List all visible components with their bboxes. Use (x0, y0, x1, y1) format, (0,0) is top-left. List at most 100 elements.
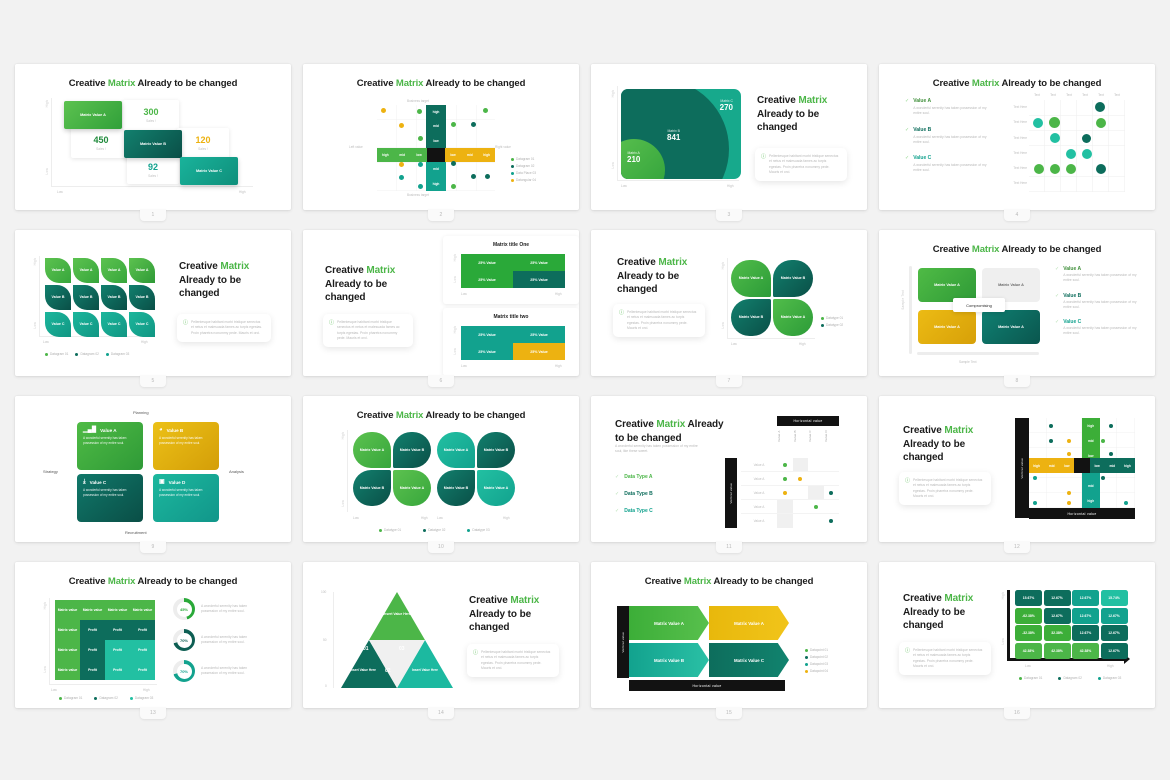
slide-thumbnail-5[interactable]: High Low Low High Value A Value A Value … (15, 230, 291, 387)
stat-card-300[interactable]: 300 Sales ! (123, 100, 179, 130)
slide-canvas-1[interactable]: Creative Matrix Already to be changed Hi… (15, 64, 291, 210)
quad-cell[interactable]: 25% Value (513, 254, 565, 271)
arrow-tile-d[interactable]: Matrix Value C (709, 643, 789, 677)
leaf-tile[interactable]: Value A (73, 258, 99, 283)
slide-canvas-6[interactable]: Creative Matrix Already to be changed ⓘ … (303, 230, 579, 376)
grid-cell[interactable]: Profit (130, 660, 155, 680)
grid-cell[interactable]: Matrix value (55, 620, 80, 640)
quad-cell[interactable]: 25% Value (513, 271, 565, 288)
petal-tile[interactable]: Matrix Value A (393, 470, 431, 506)
leaf-tile[interactable]: Value C (129, 312, 155, 337)
slide-thumbnail-8[interactable]: Creative Matrix Already to be changed Sa… (879, 230, 1155, 387)
matrix-box-d[interactable]: Matrix Value A (982, 310, 1040, 344)
grid-cell[interactable]: Matrix value (105, 600, 130, 620)
value-card-a[interactable]: ▁▄█ Value A A wonderful serenity has take… (77, 422, 143, 470)
grid-cell[interactable]: Matrix value (80, 600, 105, 620)
grid-cell[interactable]: Matrix value (55, 660, 80, 680)
leaf-tile[interactable]: Value C (45, 312, 71, 337)
value-item[interactable]: ✓ Value B A wonderful serenity has taken… (905, 127, 989, 146)
donut-item[interactable]: 70% A wonderful serenity has taken posse… (173, 629, 263, 651)
note-card-14[interactable]: ⓘ Pellentesque habitant morbi tristique … (467, 644, 559, 678)
donut-item[interactable]: 45% A wonderful serenity has taken posse… (173, 598, 263, 620)
pct-cell[interactable]: 12.67% (1100, 607, 1128, 624)
pct-cell[interactable]: 12.67% (1100, 625, 1128, 641)
petal-tile[interactable]: Matrix Value A (773, 299, 813, 336)
pct-cell[interactable]: 15.67% (1015, 590, 1042, 606)
note-card-5[interactable]: ⓘ Pellentesque habitant morbi tristique … (177, 314, 271, 342)
leaf-tile[interactable]: Value A (45, 258, 71, 283)
value-item[interactable]: ✓ Value A A wonderful serenity has taken… (1055, 266, 1141, 284)
slide-canvas-5[interactable]: High Low Low High Value A Value A Value … (15, 230, 291, 376)
leaf-tile[interactable]: Value B (45, 285, 71, 310)
value-item[interactable]: ✓ Value B A wonderful serenity has taken… (1055, 293, 1141, 311)
slide-canvas-7[interactable]: Creative Matrix Already to be changed ⓘ … (591, 230, 867, 376)
pct-cell[interactable]: 12.67% (1072, 590, 1099, 606)
pct-cell[interactable]: 42.38% (1043, 642, 1071, 659)
matrix-tile-b[interactable]: Matrix Value B (124, 130, 182, 158)
slide-thumbnail-7[interactable]: Creative Matrix Already to be changed ⓘ … (591, 230, 867, 387)
slide-canvas-9[interactable]: Planning Recruitment Strategy Analysis ▁… (15, 396, 291, 542)
quad-cell[interactable]: 25% Value (461, 271, 513, 288)
grid-cell[interactable]: Matrix value (55, 640, 80, 660)
pct-cell[interactable]: 32.38% (1043, 625, 1071, 641)
slide-thumbnail-1[interactable]: Creative Matrix Already to be changed Hi… (15, 64, 291, 221)
petal-tile[interactable]: Matrix Value B (437, 470, 475, 506)
matrix-box-b[interactable]: Matrix Value A (982, 268, 1040, 302)
pct-cell[interactable]: 12.67% (1072, 607, 1099, 624)
matrix-tile-c[interactable]: Matrix Value C (180, 157, 238, 185)
value-card-c[interactable]: ⤓ Value C A wonderful serenity has taken … (77, 474, 143, 522)
slide-canvas-14[interactable]: 100 50 0 Insert Value Here 01 03 02 Inse… (303, 562, 579, 708)
note-card-16[interactable]: ⓘ Pellentesque habitant morbi tristique … (899, 642, 991, 676)
arrow-tile-a[interactable]: Matrix Value A (629, 606, 709, 640)
slide-thumbnail-9[interactable]: Planning Recruitment Strategy Analysis ▁… (15, 396, 291, 553)
slide-thumbnail-15[interactable]: Creative Matrix Already to be changed Ve… (591, 562, 867, 719)
grid-cell[interactable]: Profit (130, 620, 155, 640)
pct-cell[interactable]: 12.67% (1100, 642, 1128, 659)
slide-canvas-10[interactable]: Creative Matrix Already to be changed Hi… (303, 396, 579, 542)
leaf-tile[interactable]: Value A (129, 258, 155, 283)
slide-canvas-4[interactable]: Creative Matrix Already to be changed ✓ … (879, 64, 1155, 210)
grid-cell[interactable]: Matrix value (130, 600, 155, 620)
grid-cell[interactable]: Profit (105, 660, 130, 680)
matrix-box-a[interactable]: Matrix Value A (918, 268, 976, 302)
value-item[interactable]: ✓ Value C A wonderful serenity has taken… (905, 155, 989, 174)
pct-cell[interactable]: 12.67% (1072, 625, 1099, 641)
pct-cell[interactable]: -62.38% (1015, 607, 1042, 624)
arrow-tile-c[interactable]: Matrix Value B (629, 643, 709, 677)
leaf-tile[interactable]: Value C (73, 312, 99, 337)
slide-canvas-12[interactable]: Creative Matrix Already to be changed ⓘ … (879, 396, 1155, 542)
quad-cell[interactable]: 25% Value (513, 343, 565, 360)
value-item[interactable]: ✓ Value C A wonderful serenity has taken… (1055, 319, 1141, 337)
bubble-panel-3[interactable]: Matrix C 270 Matrix B 841 Matrix A 210 (621, 89, 741, 179)
slide-thumbnail-16[interactable]: Creative Matrix Already to be changed ⓘ … (879, 562, 1155, 719)
quad-cell[interactable]: 25% Value (461, 254, 513, 271)
quad-cell[interactable]: 25% Value (461, 326, 513, 343)
slide-canvas-11[interactable]: Creative Matrix Already to be changed A w… (591, 396, 867, 542)
stat-card-120[interactable]: 120 Sales ! (177, 128, 229, 158)
note-card-7[interactable]: ⓘ Pellentesque habitant morbi tristique … (613, 304, 705, 338)
grid-cell[interactable]: Profit (105, 640, 130, 660)
slide-canvas-3[interactable]: High Low Low High Matrix C 270 Matrix B … (591, 64, 867, 210)
triangle-chart-14[interactable]: Insert Value Here 01 03 02 Insert Value … (341, 592, 453, 688)
slide-thumbnail-3[interactable]: High Low Low High Matrix C 270 Matrix B … (591, 64, 867, 221)
matrix-box-c[interactable]: Matrix Value A (918, 310, 976, 344)
pct-cell[interactable]: 42.38% (1072, 642, 1099, 659)
petal-tile[interactable]: Matrix Value B (477, 432, 515, 468)
petal-tile[interactable]: Matrix Value A (437, 432, 475, 468)
chart-card-one[interactable]: Matrix title One High Low 25% Value 25% … (443, 236, 579, 304)
value-card-b[interactable]: ◕ Value B A wonderful serenity has taken … (153, 422, 219, 470)
matrix-tile-a[interactable]: Matrix Value A (64, 101, 122, 129)
slide-thumbnail-12[interactable]: Creative Matrix Already to be changed ⓘ … (879, 396, 1155, 553)
petal-tile[interactable]: Matrix Value A (353, 432, 391, 468)
note-card-12[interactable]: ⓘ Pellentesque habitant morbi tristique … (899, 472, 991, 506)
slide-canvas-16[interactable]: Creative Matrix Already to be changed ⓘ … (879, 562, 1155, 708)
note-card-3[interactable]: ⓘ Pellentesque habitant morbi tristique … (755, 148, 847, 182)
note-card-6[interactable]: ⓘ Pellentesque habitant morbi tristique … (323, 314, 413, 348)
grid-cell[interactable]: Profit (105, 620, 130, 640)
stat-card-450[interactable]: 450 Sales ! (71, 128, 131, 158)
leaf-tile[interactable]: Value B (73, 285, 99, 310)
arrow-tile-b[interactable]: Matrix Value A (709, 606, 789, 640)
slide-canvas-13[interactable]: Creative Matrix Already to be changed Hi… (15, 562, 291, 708)
leaf-tile[interactable]: Value B (101, 285, 127, 310)
check-item[interactable]: ✓ Data Type B (615, 491, 653, 497)
